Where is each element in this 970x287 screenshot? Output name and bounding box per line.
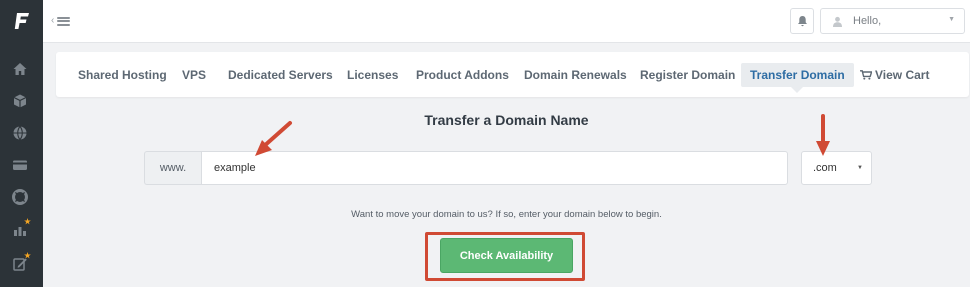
- top-bar: ‹ Hello, ▼: [43, 0, 970, 43]
- view-cart-label: View Cart: [875, 68, 930, 82]
- home-icon[interactable]: [10, 59, 30, 79]
- cube-icon[interactable]: [10, 91, 30, 111]
- lifebuoy-icon[interactable]: [10, 187, 30, 207]
- user-icon: [833, 16, 842, 27]
- nav-transfer-domain[interactable]: Transfer Domain: [741, 63, 854, 93]
- nav-licenses[interactable]: Licenses: [347, 63, 398, 87]
- sidebar-toggle-button[interactable]: ‹: [51, 13, 75, 29]
- nav-view-cart[interactable]: View Cart: [860, 63, 929, 87]
- bell-icon: [797, 16, 807, 27]
- nav-product-addons[interactable]: Product Addons: [416, 63, 509, 87]
- nav-vps[interactable]: VPS: [182, 63, 206, 87]
- credit-card-icon[interactable]: [10, 155, 30, 175]
- product-nav: Shared Hosting VPS Dedicated Servers Lic…: [56, 52, 969, 97]
- reports-icon[interactable]: [10, 218, 31, 240]
- nav-domain-renewals[interactable]: Domain Renewals: [524, 63, 627, 87]
- check-availability-button[interactable]: Check Availability: [440, 238, 573, 273]
- chevron-down-icon: ▼: [857, 165, 863, 171]
- shopping-cart-icon: [860, 70, 872, 80]
- nav-register-domain[interactable]: Register Domain: [640, 63, 735, 87]
- chevron-left-icon: ‹: [51, 15, 55, 26]
- brand-logo-icon[interactable]: [0, 0, 43, 42]
- tld-select[interactable]: .com ▼: [801, 151, 872, 185]
- page-title: Transfer a Domain Name: [424, 112, 589, 128]
- edit-icon[interactable]: [10, 252, 31, 274]
- notifications-button[interactable]: [790, 8, 814, 34]
- user-menu-dropdown[interactable]: Hello, ▼: [820, 8, 965, 34]
- nav-dedicated-servers[interactable]: Dedicated Servers: [228, 63, 333, 87]
- tld-selected-value: .com: [813, 162, 837, 174]
- sidebar: [0, 0, 43, 287]
- user-greeting: Hello,: [853, 15, 882, 27]
- hamburger-icon: [57, 16, 71, 26]
- www-prefix: www.: [144, 151, 201, 185]
- info-text: Want to move your domain to us? If so, e…: [351, 209, 662, 220]
- chevron-down-icon: ▼: [948, 16, 955, 23]
- domain-input[interactable]: [201, 151, 788, 185]
- nav-shared-hosting[interactable]: Shared Hosting: [78, 63, 167, 87]
